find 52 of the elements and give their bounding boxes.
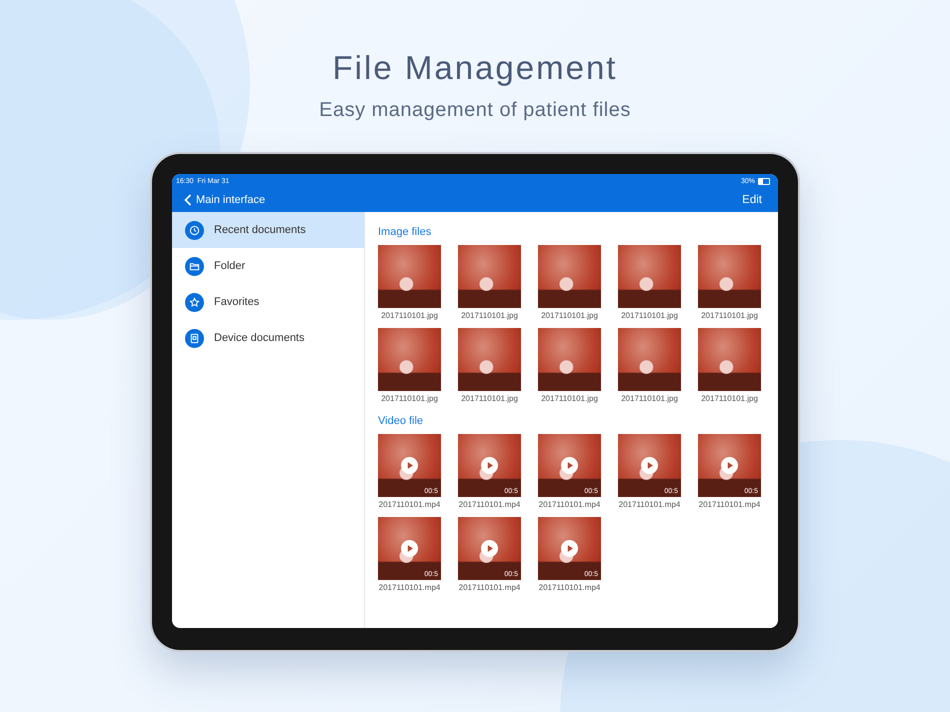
play-icon <box>401 540 418 557</box>
play-icon <box>481 540 498 557</box>
sidebar-label: Folder <box>214 260 246 272</box>
photo-placeholder[interactable] <box>458 328 521 391</box>
sidebar-label: Favorites <box>214 296 260 308</box>
file-name: 2017110101.jpg <box>381 394 438 404</box>
file-name: 2017110101.mp4 <box>538 500 600 510</box>
file-name: 2017110101.mp4 <box>458 583 520 593</box>
file-name: 2017110101.jpg <box>461 394 518 404</box>
file-name: 2017110101.mp4 <box>458 500 520 510</box>
file-name: 2017110101.jpg <box>461 311 518 321</box>
file-name: 2017110101.mp4 <box>698 500 760 510</box>
file-name: 2017110101.jpg <box>541 394 598 404</box>
device-icon <box>185 328 204 348</box>
back-button[interactable]: Main interface <box>184 194 266 206</box>
clock-icon <box>185 220 204 240</box>
file-name: 2017110101.jpg <box>381 311 438 321</box>
photo-placeholder[interactable] <box>618 245 681 308</box>
photo-placeholder[interactable] <box>538 328 601 391</box>
photo-placeholder[interactable] <box>378 245 441 308</box>
file-name: 2017110101.jpg <box>541 311 598 321</box>
sidebar-label: Device documents <box>214 332 304 344</box>
photo-placeholder[interactable] <box>378 328 441 391</box>
file-name: 2017110101.mp4 <box>618 500 680 510</box>
photo-placeholder[interactable] <box>538 245 601 308</box>
sidebar-item[interactable]: Recent documents <box>172 212 364 248</box>
edit-button[interactable]: Edit <box>742 194 762 206</box>
file-name: 2017110101.jpg <box>621 311 678 321</box>
play-icon <box>721 457 738 474</box>
battery-icon <box>758 178 770 184</box>
sidebar-label: Recent documents <box>214 224 306 236</box>
photo-placeholder[interactable] <box>618 328 681 391</box>
folder-icon <box>185 256 204 276</box>
page-title: File Management <box>332 48 618 88</box>
play-icon <box>401 457 418 474</box>
file-name: 2017110101.mp4 <box>378 583 440 593</box>
file-name: 2017110101.mp4 <box>378 500 440 510</box>
play-icon <box>641 457 658 474</box>
file-name: 2017110101.jpg <box>621 394 678 404</box>
file-name: 2017110101.mp4 <box>538 583 600 593</box>
page-subtitle: Easy management of patient files <box>319 98 631 122</box>
chevron-left-icon <box>184 194 192 206</box>
photo-placeholder[interactable] <box>458 245 521 308</box>
photo-placeholder[interactable] <box>698 328 761 391</box>
play-icon <box>561 457 578 474</box>
file-name: 2017110101.jpg <box>701 311 758 321</box>
file-name: 2017110101.jpg <box>701 394 758 404</box>
section-title: Video file <box>378 415 424 428</box>
photo-placeholder[interactable] <box>698 245 761 308</box>
play-icon <box>481 457 498 474</box>
section-title: Image files <box>378 226 432 239</box>
play-icon <box>561 540 578 557</box>
